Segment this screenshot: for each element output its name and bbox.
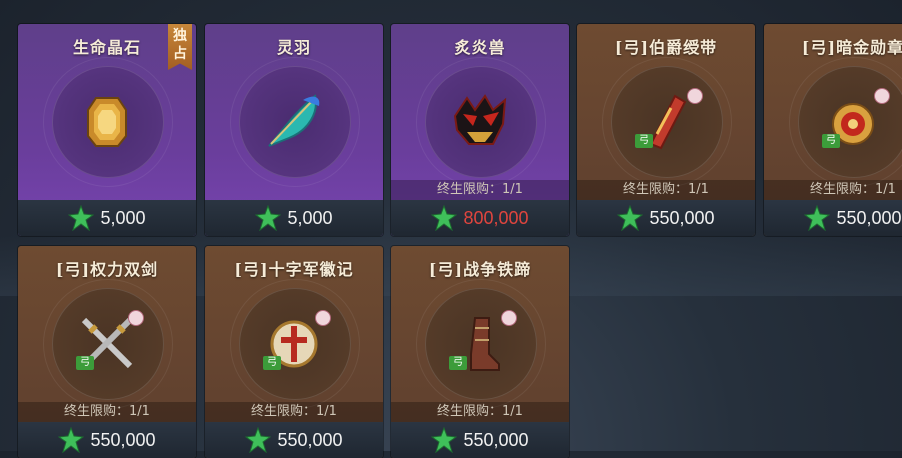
rose-badge-icon	[687, 88, 703, 104]
shop-card-fire-beast[interactable]: 炙炎兽 终生限购：1/1 800,000	[391, 24, 569, 236]
purchase-limit: 终生限购：1/1	[18, 402, 196, 422]
price-bar: 550,000	[577, 200, 755, 236]
shop-card-war-iron-hoof[interactable]: [弓]战争铁蹄 弓 终生限购：1/1 550,000	[391, 246, 569, 458]
shop-card-power-twin-swords[interactable]: [弓]权力双剑 弓 终生限购：1/1 550,000	[18, 246, 196, 458]
green-gem-icon	[431, 427, 458, 453]
price-bar: 550,000	[18, 422, 196, 458]
bow-class-tag: 弓	[76, 356, 94, 370]
rose-badge-icon	[315, 310, 331, 326]
price-bar: 550,000	[205, 422, 383, 458]
exclusive-badge: 独占	[168, 24, 192, 70]
green-gem-icon	[617, 205, 644, 231]
item-price: 5,000	[100, 207, 146, 228]
bow-class-tag: 弓	[822, 134, 840, 148]
price-bar: 550,000	[391, 422, 569, 458]
item-price: 550,000	[649, 207, 715, 228]
rose-badge-icon	[501, 310, 517, 326]
item-name: 灵羽	[276, 38, 311, 57]
bow-class-tag: 弓	[635, 134, 653, 148]
purchase-limit: 终生限购：1/1	[764, 180, 902, 200]
purchase-limit: 终生限购：1/1	[577, 180, 755, 200]
item-price: 550,000	[277, 429, 343, 450]
item-name: [弓]战争铁蹄	[428, 260, 532, 279]
item-price: 550,000	[836, 207, 902, 228]
green-gem-icon	[58, 427, 85, 453]
green-gem-icon	[68, 205, 95, 231]
item-name: [弓]十字军徽记	[234, 260, 354, 279]
shop-grid: 生命晶石 独占 5,000 灵羽 5,000 炙炎兽 终生限购：1/1 800,…	[0, 0, 902, 458]
rose-badge-icon	[128, 310, 144, 326]
item-name: [弓]权力双剑	[55, 260, 159, 279]
price-bar: 800,000	[391, 200, 569, 236]
green-gem-icon	[804, 205, 831, 231]
purchase-limit: 终生限购：1/1	[391, 180, 569, 200]
shop-card-spirit-feather[interactable]: 灵羽 5,000	[205, 24, 383, 236]
green-gem-icon	[255, 205, 282, 231]
shop-card-earl-sash[interactable]: [弓]伯爵绶带 弓 终生限购：1/1 550,000	[577, 24, 755, 236]
shop-card-dark-gold-medal[interactable]: [弓]暗金勋章 弓 终生限购：1/1 550,000	[764, 24, 902, 236]
fire-beast-head-icon	[453, 94, 507, 145]
amber-gem-icon	[87, 97, 127, 147]
item-price: 550,000	[463, 429, 529, 450]
purchase-limit: 终生限购：1/1	[391, 402, 569, 422]
item-price: 5,000	[287, 207, 333, 228]
price-bar: 550,000	[764, 200, 902, 236]
item-price: 550,000	[90, 429, 156, 450]
shop-card-life-crystal[interactable]: 生命晶石 独占 5,000	[18, 24, 196, 236]
purchase-limit: 终生限购：1/1	[205, 402, 383, 422]
shop-card-crusader-emblem[interactable]: [弓]十字军徽记 弓 终生限购：1/1 550,000	[205, 246, 383, 458]
price-bar: 5,000	[205, 200, 383, 236]
item-price: 800,000	[463, 207, 529, 228]
rose-badge-icon	[874, 88, 890, 104]
item-name: 炙炎兽	[454, 38, 506, 57]
item-name: [弓]暗金勋章	[801, 38, 902, 57]
item-name: [弓]伯爵绶带	[614, 38, 718, 57]
price-bar: 5,000	[18, 200, 196, 236]
bow-class-tag: 弓	[263, 356, 281, 370]
green-gem-icon	[431, 205, 458, 231]
bow-class-tag: 弓	[449, 356, 467, 370]
teal-feather-icon	[268, 94, 320, 147]
green-gem-icon	[245, 427, 272, 453]
